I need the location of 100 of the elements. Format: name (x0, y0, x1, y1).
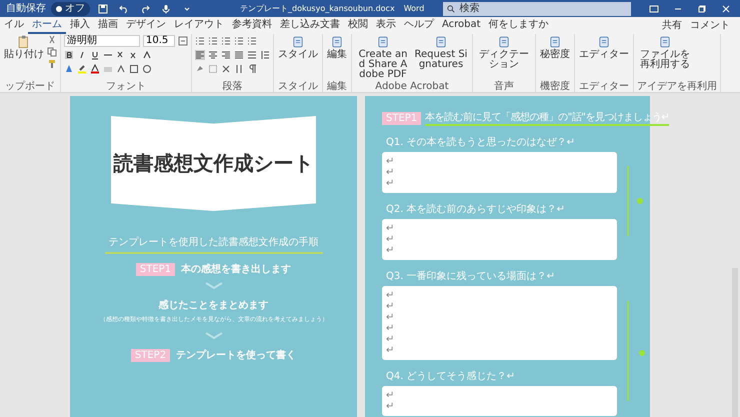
save-icon[interactable] (98, 4, 108, 14)
question-label: Q3. 一番印象に残っている場面は？↵ (386, 270, 555, 283)
group-label: 編集 (326, 81, 348, 92)
highlighter-icon[interactable] (77, 64, 87, 74)
document-icon (434, 35, 448, 49)
ribbon-button[interactable]: エディター (578, 35, 630, 60)
list-icon[interactable] (234, 36, 244, 46)
paragraph-mark: ↵ (386, 312, 396, 323)
ribbon-tab[interactable]: 校閲 (344, 18, 372, 34)
answer-box[interactable]: ↵ ↵ ↵ (382, 219, 617, 260)
paragraph-mark: ↵ (386, 301, 396, 312)
answer-box[interactable]: ↵ ↵ ↵ ↵ ↵ ↵ (382, 286, 617, 360)
ribbon-button[interactable]: 秘密度 (539, 35, 571, 60)
ribbon-tab[interactable]: 表示 (372, 18, 400, 34)
font-color-icon[interactable] (90, 64, 100, 74)
distributed-icon[interactable] (247, 50, 257, 60)
font-name-field[interactable]: 游明朝 (64, 35, 140, 47)
paste-button[interactable]: 貼り付け (3, 35, 45, 60)
ribbon-tab[interactable]: レイアウト (170, 18, 228, 34)
align-center-icon[interactable] (208, 50, 218, 60)
restore-icon[interactable] (697, 4, 707, 14)
enclose-character-icon[interactable] (142, 64, 152, 74)
ribbon-button[interactable]: Request Signatures (413, 35, 469, 70)
paragraph-mark: ↵ (386, 323, 396, 334)
paragraph-mark: ↵ (386, 234, 396, 245)
ribbon-button[interactable]: 編集 (326, 35, 348, 60)
group-label: 段落 (222, 81, 244, 92)
line-spacing-icon[interactable] (260, 50, 270, 60)
cut-icon[interactable] (47, 35, 57, 45)
ribbon-tab[interactable]: Acrobat (438, 18, 485, 34)
paragraph-mark: ↵ (386, 401, 396, 412)
close-icon[interactable] (721, 4, 731, 14)
comments-button[interactable]: コメント (686, 20, 734, 32)
document-icon (597, 35, 611, 49)
ribbon-tab[interactable]: 何をしますか (484, 18, 553, 34)
ribbon-button[interactable]: ファイルを再利用する (637, 35, 693, 70)
group-label: フォント (105, 81, 147, 92)
list-icon[interactable] (208, 36, 218, 46)
answer-box[interactable]: ↵ ↵ ↵ (382, 152, 617, 193)
ribbon-tab[interactable]: ヘルプ (400, 18, 438, 34)
question-label: Q2. 本を読む前のあらすじや印象は？↵ (386, 202, 565, 216)
align-right-icon[interactable] (221, 50, 231, 60)
paragraph-mark: ↵ (386, 345, 396, 356)
step-badge: STEP2 (130, 348, 170, 362)
step-text: 本の感想を書き出します (181, 262, 292, 276)
question-label: Q4. どうしてそう感じた？↵ (386, 370, 515, 383)
borders-icon[interactable] (208, 64, 218, 74)
font-size-field[interactable]: 10.5 (143, 35, 175, 47)
ribbon-tab[interactable]: 描画 (94, 18, 122, 34)
bracket-line (626, 166, 646, 236)
document-icon (548, 35, 562, 49)
copy-icon[interactable] (47, 47, 57, 57)
ribbon-button[interactable]: ディクテーション (476, 35, 532, 70)
app-name: Word (404, 4, 424, 13)
list-icon[interactable] (195, 36, 205, 46)
list-icon[interactable] (221, 36, 231, 46)
bold-icon[interactable] (64, 50, 74, 60)
ribbon-tab[interactable]: 差し込み文書 (276, 18, 344, 34)
undo-icon[interactable] (119, 4, 129, 14)
microphone-icon[interactable] (161, 4, 171, 14)
paragraph-mark: ↵ (386, 334, 396, 345)
justify-icon[interactable] (234, 50, 244, 60)
paragraph-mark-icon[interactable] (247, 64, 257, 74)
align-left-icon[interactable] (195, 50, 205, 60)
character-border-icon[interactable] (129, 64, 139, 74)
chevron-icon (204, 282, 224, 290)
redo-icon[interactable] (140, 4, 150, 14)
share-button[interactable]: 共有 (658, 20, 686, 32)
format-painter-icon[interactable] (47, 59, 57, 69)
search-field[interactable]: 検索 (443, 2, 632, 16)
paragraph-mark: ↵ (386, 390, 396, 401)
paragraph-mark: ↵ (386, 245, 396, 256)
document-icon (376, 35, 390, 49)
section-heading: テンプレートを使用した読書感想文作成の手順 (104, 235, 322, 254)
underline-icon[interactable] (90, 50, 100, 60)
paragraph-mark: ↵ (386, 290, 396, 301)
ribbon-button[interactable]: Create and Share Adobe PDF (355, 35, 411, 80)
group-label: 音声 (493, 81, 515, 92)
ribbon-tab[interactable]: デザイン (122, 18, 170, 34)
ribbon-display-icon[interactable] (649, 4, 659, 14)
step-text: テンプレートを使って書く (176, 348, 296, 362)
clear-format-icon[interactable] (178, 36, 188, 46)
ribbon-button[interactable]: スタイル (277, 35, 319, 60)
step-text: 感じたことをまとめます (158, 298, 268, 312)
paragraph-mark: ↵ (386, 156, 396, 167)
text-effect-icon[interactable] (64, 64, 74, 74)
paragraph-mark: ↵ (386, 178, 396, 189)
ribbon-tab[interactable]: 参考資料 (228, 18, 276, 34)
step-badge: STEP1 (136, 262, 176, 276)
answer-box[interactable]: ↵ ↵ (382, 386, 617, 416)
list-icon[interactable] (247, 36, 257, 46)
ribbon-tab[interactable]: 挿入 (66, 18, 94, 34)
document-icon (330, 35, 344, 49)
shading-icon[interactable] (195, 64, 205, 74)
group-label: Adobe Acrobat (374, 81, 450, 92)
group-label: スタイル (277, 81, 319, 92)
autosave-label: 自動保存 (6, 4, 46, 14)
group-label: ップボード (4, 81, 56, 92)
ribbon-tab[interactable]: イル (0, 18, 28, 34)
autosave-toggle[interactable]: オフ (51, 2, 90, 16)
